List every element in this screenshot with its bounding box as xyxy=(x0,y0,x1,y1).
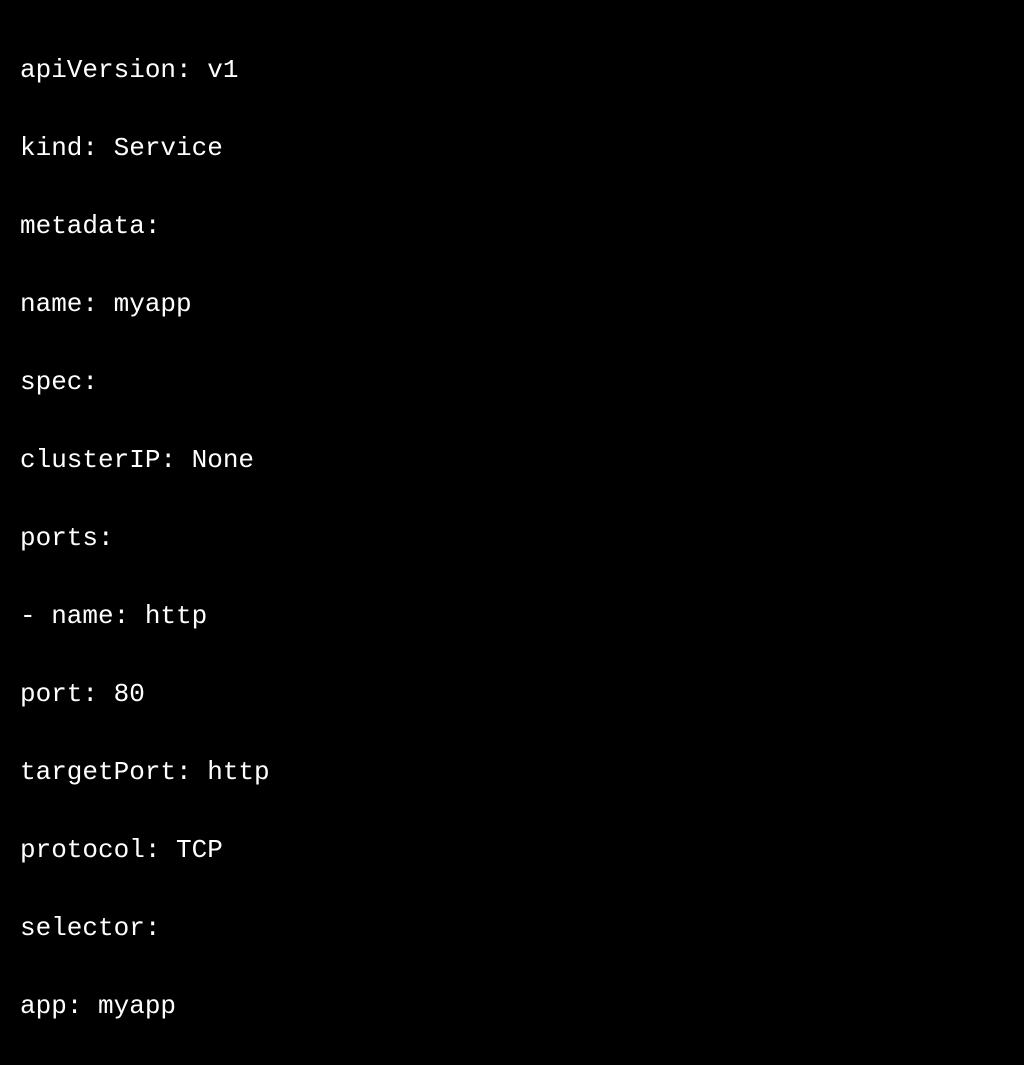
code-line: ports: xyxy=(20,519,1004,558)
code-line: app: myapp xyxy=(20,987,1004,1026)
code-line: port: 80 xyxy=(20,675,1004,714)
code-line: spec: xyxy=(20,363,1004,402)
yaml-code-block: apiVersion: v1 kind: Service metadata: n… xyxy=(20,12,1004,1065)
code-line: - name: http xyxy=(20,597,1004,636)
code-line: kind: Service xyxy=(20,129,1004,168)
code-line: name: myapp xyxy=(20,285,1004,324)
code-line: clusterIP: None xyxy=(20,441,1004,480)
code-line: apiVersion: v1 xyxy=(20,51,1004,90)
code-line: metadata: xyxy=(20,207,1004,246)
code-line: selector: xyxy=(20,909,1004,948)
code-line: targetPort: http xyxy=(20,753,1004,792)
code-line: protocol: TCP xyxy=(20,831,1004,870)
